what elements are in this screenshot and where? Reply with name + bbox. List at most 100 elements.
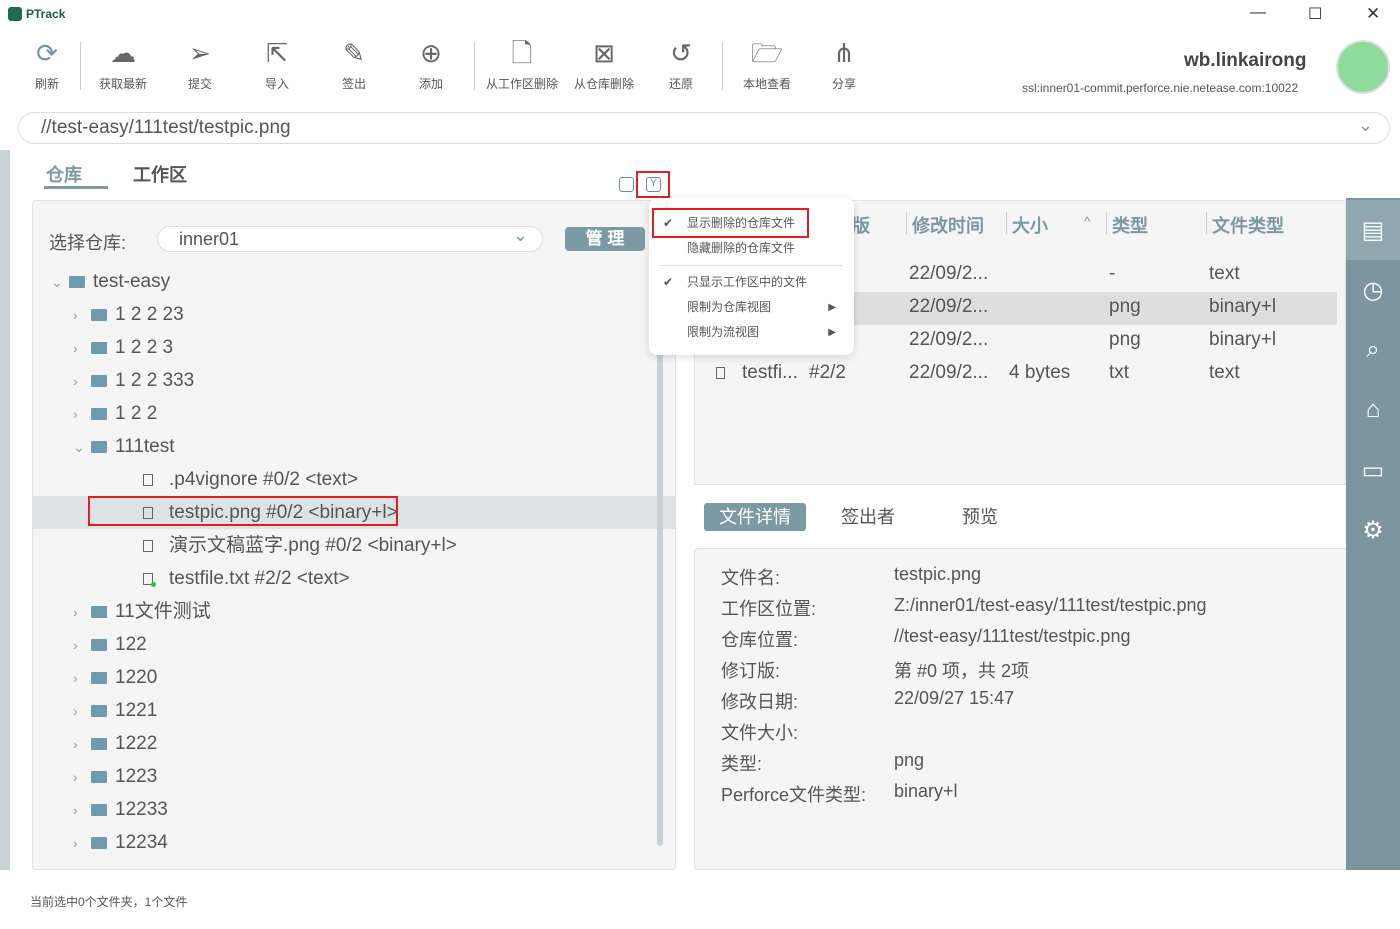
tab-workspace[interactable]: 工作区	[133, 161, 187, 187]
tree-label: 111test	[115, 436, 175, 457]
tree-folder[interactable]: › 1 2 2 23	[51, 298, 184, 331]
toolbar-button[interactable]: ⋔ 分享	[806, 36, 882, 92]
menu-item[interactable]: ✔ 只显示工作区中的文件	[649, 270, 854, 295]
tree-folder[interactable]: ⌄ 111test	[51, 430, 175, 463]
maximize-button[interactable]: ☐	[1308, 4, 1322, 24]
file-icon	[143, 474, 153, 486]
chevron-right-icon[interactable]: ›	[73, 365, 91, 398]
app-title: PTrack	[26, 7, 66, 21]
toolbar-button[interactable]: ↺ 还原	[643, 36, 719, 92]
close-button[interactable]: ✕	[1366, 4, 1380, 24]
detail-label: 类型:	[721, 754, 763, 774]
file-icon	[143, 540, 153, 552]
chevron-right-icon[interactable]: ›	[73, 827, 91, 860]
column-header[interactable]: 文件类型	[1212, 212, 1284, 238]
chevron-right-icon[interactable]: ›	[73, 596, 91, 629]
sidebar-settings-icon[interactable]: ⚙	[1346, 500, 1400, 560]
column-header[interactable]: 大小	[1012, 212, 1048, 238]
tree-folder[interactable]: › 12234	[51, 826, 168, 859]
chevron-right-icon[interactable]: ›	[73, 299, 91, 332]
tab-repo[interactable]: 仓库	[46, 161, 82, 187]
tree-folder[interactable]: › 1220	[51, 661, 157, 694]
sidebar-history-icon[interactable]: ◷	[1346, 260, 1400, 320]
tree-label: 1 2 2 23	[115, 304, 184, 325]
left-edge-handle[interactable]	[0, 150, 10, 870]
menu-label: 只显示工作区中的文件	[687, 275, 808, 289]
cell-type: png	[1109, 296, 1141, 317]
sidebar-search-icon[interactable]: ⌕	[1346, 320, 1400, 380]
chevron-down-icon[interactable]: ⌄	[73, 431, 91, 464]
tree-folder[interactable]: ⌄ test-easy	[51, 265, 170, 298]
cell-name[interactable]: testfi...	[742, 362, 798, 384]
minimize-button[interactable]: —	[1250, 4, 1266, 22]
path-input[interactable]: //test-easy/111test/testpic.png ⌄	[18, 112, 1390, 144]
chevron-right-icon[interactable]: ›	[73, 761, 91, 794]
detail-tab[interactable]: 签出者	[818, 503, 918, 531]
detail-label: 修订版:	[721, 661, 781, 681]
menu-item[interactable]: 限制为流视图 ▶	[649, 320, 854, 345]
tree-file[interactable]: .p4vignore #0/2 <text>	[51, 463, 358, 496]
tree-folder[interactable]: › 1222	[51, 727, 157, 760]
toolbar-button[interactable]: ✎ 签出	[316, 36, 392, 92]
chevron-right-icon[interactable]: ›	[73, 332, 91, 365]
column-divider	[1106, 212, 1107, 234]
toolbar-button[interactable]: ☁ 获取最新	[85, 36, 161, 92]
toolbar-button[interactable]: ⟳ 刷新	[9, 36, 85, 92]
chevron-down-icon[interactable]: ⌄	[51, 266, 69, 299]
tree-folder[interactable]: › 1 2 2	[51, 397, 157, 430]
sidebar-file-icon[interactable]: ▤	[1346, 200, 1400, 260]
toolbar-button[interactable]: 🗋 从工作区删除	[484, 36, 560, 92]
toolbar-label: 本地查看	[742, 77, 791, 91]
menu-item[interactable]: 隐藏删除的仓库文件	[649, 236, 854, 261]
manage-button[interactable]: 管 理	[565, 227, 645, 251]
detail-label: 仓库位置:	[721, 630, 799, 650]
detail-value: //test-easy/111test/testpic.png	[894, 626, 1131, 646]
list-view-icon[interactable]	[619, 177, 634, 192]
folder-icon	[91, 738, 107, 750]
detail-tab[interactable]: 预览	[930, 503, 1030, 531]
column-header[interactable]: 版	[852, 212, 870, 238]
chevron-right-icon[interactable]: ›	[73, 662, 91, 695]
sidebar-monitor-icon[interactable]: ▭	[1346, 440, 1400, 500]
tree-folder[interactable]: › 1 2 2 333	[51, 364, 194, 397]
tree-label: 1220	[115, 667, 158, 688]
toolbar-button[interactable]: ⊕ 添加	[393, 36, 469, 92]
toolbar-button[interactable]: ⊠ 从仓库删除	[566, 36, 642, 92]
toolbar-label: 提交	[187, 77, 212, 91]
filter-icon[interactable]: Y	[636, 171, 670, 198]
toolbar-button[interactable]: ⇱ 导入	[239, 36, 315, 92]
detail-tab[interactable]: 文件详情	[704, 503, 806, 531]
toolbar-label: 还原	[668, 77, 693, 91]
tree-file[interactable]: testfile.txt #2/2 <text>	[51, 562, 350, 595]
toolbar-button[interactable]: 🗁 本地查看	[729, 36, 805, 92]
column-header[interactable]: 修改时间	[912, 212, 984, 238]
repo-select[interactable]: inner01 ⌄	[157, 225, 543, 252]
tree-scrollbar[interactable]	[657, 351, 663, 846]
toolbar-button[interactable]: ➢ 提交	[162, 36, 238, 92]
chevron-right-icon[interactable]: ›	[73, 398, 91, 431]
folder-icon	[91, 408, 107, 420]
tree-folder[interactable]: › 11文件测试	[51, 595, 211, 628]
tree-folder[interactable]: › 1221	[51, 694, 157, 727]
sidebar-inbox-icon[interactable]: ⌂	[1346, 380, 1400, 440]
status-bar: 当前选中0个文件夹，1个文件	[30, 895, 188, 909]
detail-value: binary+l	[894, 781, 958, 801]
avatar[interactable]	[1336, 40, 1390, 94]
chevron-down-icon[interactable]: ⌄	[1358, 115, 1373, 136]
chevron-right-icon[interactable]: ›	[73, 695, 91, 728]
cell-time: 22/09/2...	[909, 263, 989, 284]
chevron-right-icon[interactable]: ›	[73, 629, 91, 662]
sort-icon[interactable]: ^	[1084, 214, 1090, 229]
tree-folder[interactable]: › 1223	[51, 760, 157, 793]
menu-item[interactable]: 限制为仓库视图 ▶	[649, 295, 854, 320]
chevron-right-icon[interactable]: ›	[73, 794, 91, 827]
tree-folder[interactable]: › 122	[51, 628, 147, 661]
import-icon: ⇱	[266, 38, 288, 68]
tree-file[interactable]: testpic.png #0/2 <binary+l>	[33, 496, 675, 529]
tree-folder[interactable]: › 1 2 2 3	[51, 331, 173, 364]
column-header[interactable]: 类型	[1112, 212, 1148, 238]
tree-file[interactable]: 演示文稿蓝字.png #0/2 <binary+l>	[51, 529, 457, 562]
chevron-right-icon[interactable]: ›	[73, 728, 91, 761]
toolbar-label: 刷新	[34, 77, 59, 91]
tree-folder[interactable]: › 12233	[51, 793, 168, 826]
